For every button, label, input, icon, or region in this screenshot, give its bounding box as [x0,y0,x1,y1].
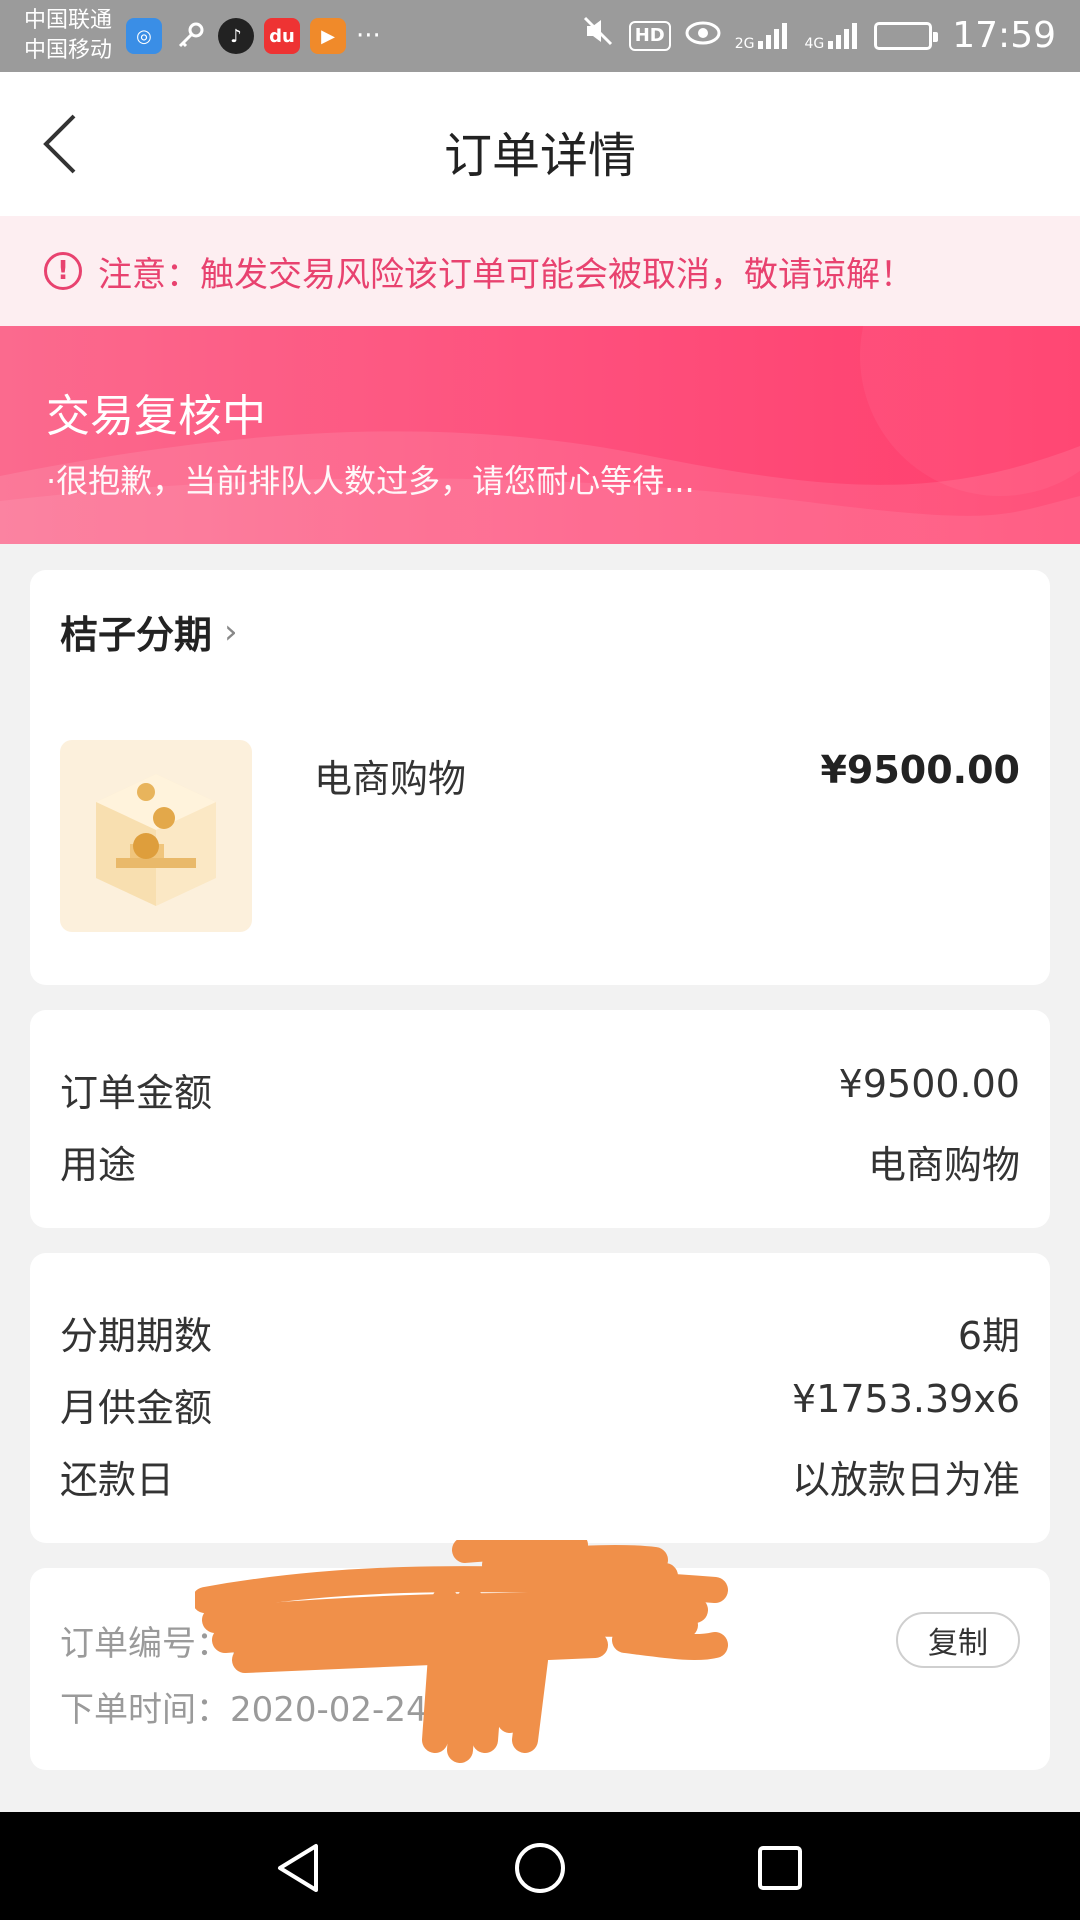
key-icon [172,18,208,54]
eye-icon [685,15,721,56]
chevron-right-icon: › [224,611,238,652]
baidu-icon: du [264,18,300,54]
status-bar: 中国联通 中国移动 ◎ ♪ du ▶ ··· HD 2G 4G 17:59 [0,0,1080,72]
more-notifications: ··· [356,21,381,51]
notification-icons: ◎ ♪ du ▶ ··· [126,18,381,54]
clock: 17:59 [952,15,1056,56]
row-value: 以放款日为准 [791,1458,1020,1502]
status-indicators: HD 2G 4G 17:59 [581,14,1056,57]
banner-title: 交易复核中 [46,391,266,442]
summary-row: 用途 电商购物 [60,1134,1020,1189]
risk-notice: ! 注意：触发交易风险该订单可能会被取消，敬请谅解！ [0,216,1080,326]
installment-card: 分期期数 6期 月供金额 ¥1753.39x6 还款日 以放款日为准 [30,1253,1050,1543]
video-app-icon: ▶ [310,18,346,54]
row-value: ¥1753.39x6 [792,1377,1020,1421]
row-label: 还款日 [60,1458,175,1502]
battery-icon [874,21,939,50]
system-back-button[interactable] [272,1840,328,1896]
alert-icon: ! [44,252,82,290]
system-nav-bar [0,1812,1080,1920]
system-home-button[interactable] [512,1840,568,1896]
carrier-1: 中国联通 [24,8,113,33]
order-summary-card: 订单金额 ¥9500.00 用途 电商购物 [30,1010,1050,1228]
circle-home-icon [515,1843,565,1893]
product-image [60,740,252,932]
installment-row: 分期期数 6期 [60,1305,1020,1360]
installment-row: 还款日 以放款日为准 [60,1449,1020,1504]
nav-bar: 订单详情 [0,72,1080,216]
product-card: 桔子分期 › 电商购物 ¥9500.00 [30,570,1050,985]
row-label: 订单金额 [60,1071,213,1115]
redaction-scribble [195,1540,728,1763]
page-title: 订单详情 [443,128,636,184]
system-recents-button[interactable] [752,1840,808,1896]
provider-link[interactable]: 桔子分期 › [60,604,238,659]
summary-row: 订单金额 ¥9500.00 [60,1062,1020,1117]
status-banner: 交易复核中 ·很抱歉，当前排队人数过多，请您耐心等待... [0,326,1080,544]
triangle-back-icon [278,1844,318,1892]
row-label: 分期期数 [60,1314,213,1358]
copy-button[interactable]: 复制 [896,1612,1020,1668]
app-notification-icon: ◎ [126,18,162,54]
row-value: ¥9500.00 [838,1062,1020,1106]
carrier-info: 中国联通 中国移动 [24,6,112,66]
mute-icon [581,14,615,57]
provider-name: 桔子分期 [60,613,213,657]
row-label: 用途 [60,1143,137,1187]
product-name: 电商购物 [314,757,467,801]
row-value: 6期 [957,1314,1020,1358]
installment-row: 月供金额 ¥1753.39x6 [60,1377,1020,1432]
notice-text: 注意：触发交易风险该订单可能会被取消，敬请谅解！ [98,254,914,295]
banner-subtitle: ·很抱歉，当前排队人数过多，请您耐心等待... [46,462,695,500]
hd-badge: HD [628,20,671,51]
signal-4g-icon: 4G [804,21,860,51]
tiktok-icon: ♪ [218,18,254,54]
product-price: ¥9500.00 [820,748,1020,792]
row-label: 月供金额 [60,1386,213,1430]
signal-2g-icon: 2G [735,21,791,51]
row-value: 电商购物 [867,1143,1020,1187]
carrier-2: 中国移动 [24,38,113,63]
square-recents-icon [758,1846,802,1890]
